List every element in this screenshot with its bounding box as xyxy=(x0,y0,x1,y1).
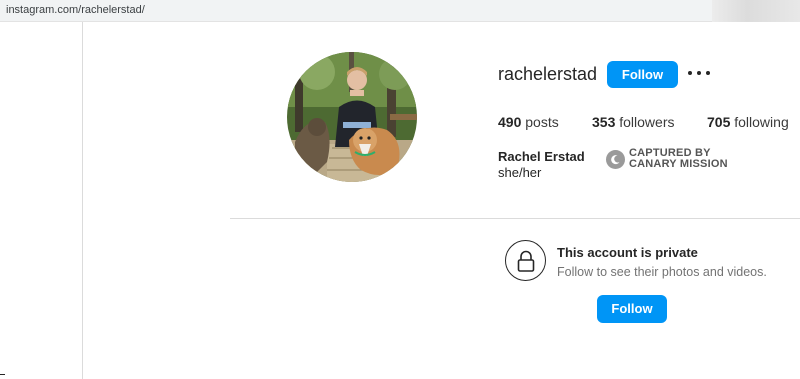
watermark-line-2: CANARY MISSION xyxy=(629,158,728,170)
posts-count: 490 posts xyxy=(498,114,559,130)
more-options-icon[interactable] xyxy=(688,64,710,82)
more-dot xyxy=(688,71,692,75)
lock-icon xyxy=(505,240,546,281)
private-account-title: This account is private xyxy=(557,245,698,260)
browser-toolbar-blurred xyxy=(712,0,800,22)
posts-number: 490 xyxy=(498,114,522,130)
watermark-text: CAPTURED BY CANARY MISSION xyxy=(629,148,728,170)
followers-link[interactable]: 353 followers xyxy=(592,114,675,130)
profile-username: rachelerstad xyxy=(498,64,598,84)
posts-label: posts xyxy=(525,114,559,130)
follow-button[interactable]: Follow xyxy=(607,61,678,88)
sidebar-mark xyxy=(0,374,5,375)
canary-mission-watermark: CAPTURED BY CANARY MISSION xyxy=(606,148,728,170)
follow-private-button[interactable]: Follow xyxy=(597,295,667,323)
followers-label: followers xyxy=(619,114,675,130)
following-label: following xyxy=(734,114,789,130)
following-link[interactable]: 705 following xyxy=(707,114,789,130)
profile-full-name: Rachel Erstad xyxy=(498,149,585,164)
section-divider xyxy=(230,218,800,219)
profile-avatar[interactable] xyxy=(287,52,417,182)
following-number: 705 xyxy=(707,114,731,130)
followers-number: 353 xyxy=(592,114,616,130)
canary-mission-icon xyxy=(606,149,625,169)
more-dot xyxy=(697,71,701,75)
left-sidebar xyxy=(0,22,83,379)
avatar-photo xyxy=(287,52,417,182)
private-account-subtitle: Follow to see their photos and videos. xyxy=(557,265,767,279)
more-dot xyxy=(706,71,710,75)
address-url[interactable]: instagram.com/rachelerstad/ xyxy=(6,4,145,16)
profile-pronouns: she/her xyxy=(498,165,542,180)
browser-address-bar[interactable]: instagram.com/rachelerstad/ xyxy=(0,0,800,22)
